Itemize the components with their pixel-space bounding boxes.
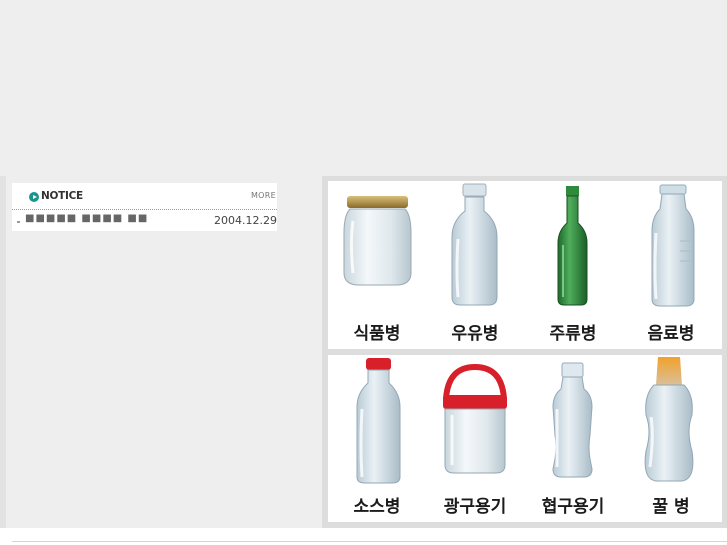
notice-bullet-icon — [29, 192, 39, 202]
sauce-bottle-icon — [356, 358, 401, 484]
list-bullet — [17, 221, 20, 223]
beverage-bottle-icon — [651, 184, 695, 307]
category-label: 우유병 — [451, 324, 499, 344]
notice-item-date: 2004.12.29 — [214, 214, 277, 227]
footer-bar — [0, 528, 727, 545]
category-beverage-bottle[interactable]: 음료병 — [622, 181, 720, 349]
product-catalog: 식품병 우유병 주류병 음료병 소스병 광구용기 협구용기 꿀 병 — [322, 176, 727, 528]
category-honey-bottle[interactable]: 꿀 병 — [622, 355, 720, 522]
category-label: 음료병 — [647, 324, 695, 344]
milk-bottle-icon — [451, 183, 498, 306]
category-wide-mouth-container[interactable]: 광구용기 — [426, 355, 524, 522]
notice-item-title[interactable]: ■■■■■ ■■■■ ■■ — [25, 213, 148, 224]
category-liquor-bottle[interactable]: 주류병 — [524, 181, 622, 349]
notice-title: NOTICE — [41, 190, 83, 202]
catalog-row-1: 식품병 우유병 주류병 음료병 — [328, 181, 722, 349]
honey-bottle-icon — [644, 357, 694, 482]
notice-more-link[interactable]: MORE — [251, 191, 276, 200]
category-label: 주류병 — [549, 324, 597, 344]
category-label: 식품병 — [353, 324, 401, 344]
category-label: 꿀 병 — [652, 497, 690, 517]
liquor-bottle-icon — [557, 186, 588, 306]
notice-header: NOTICE MORE — [12, 183, 277, 210]
category-narrow-mouth-container[interactable]: 협구용기 — [524, 355, 622, 522]
footer-divider — [12, 541, 727, 542]
narrow-mouth-container-icon — [552, 362, 593, 478]
left-strip — [0, 176, 6, 528]
category-label: 협구용기 — [541, 497, 605, 517]
category-label: 소스병 — [353, 497, 401, 517]
category-milk-bottle[interactable]: 우유병 — [426, 181, 524, 349]
category-label: 광구용기 — [443, 497, 507, 517]
food-jar-icon — [343, 196, 412, 286]
category-food-jar[interactable]: 식품병 — [328, 181, 426, 349]
wide-mouth-container-icon — [443, 363, 507, 474]
category-sauce-bottle[interactable]: 소스병 — [328, 355, 426, 522]
notice-list-item[interactable]: ■■■■■ ■■■■ ■■ 2004.12.29 — [12, 210, 277, 231]
notice-panel: NOTICE MORE ■■■■■ ■■■■ ■■ 2004.12.29 — [12, 183, 277, 231]
catalog-row-2: 소스병 광구용기 협구용기 꿀 병 — [328, 355, 722, 522]
